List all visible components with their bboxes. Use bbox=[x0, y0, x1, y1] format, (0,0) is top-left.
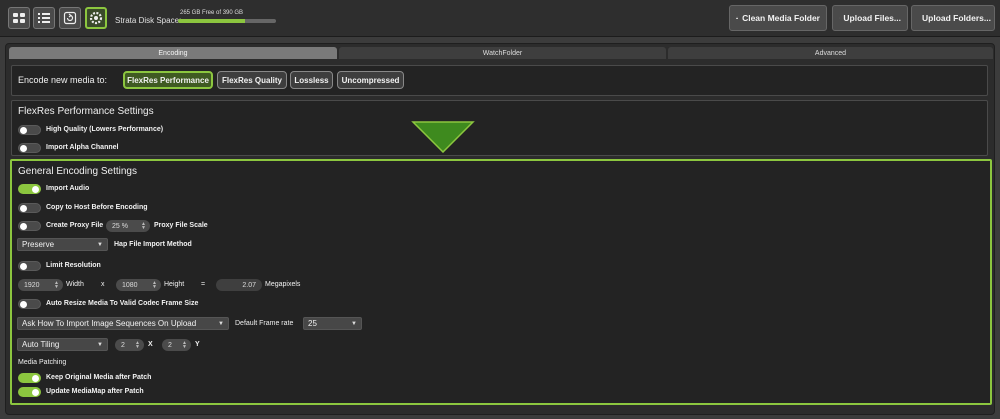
tiling-select[interactable]: Auto Tiling ▼ bbox=[17, 338, 108, 351]
frame-rate-select[interactable]: 25 ▼ bbox=[303, 317, 362, 330]
hap-import-method-select[interactable]: Preserve ▼ bbox=[17, 238, 108, 251]
media-patching-heading: Media Patching bbox=[18, 359, 67, 366]
spinner-arrows-icon: ▲ ▼ bbox=[182, 340, 187, 350]
upload-folders-label: Upload Folders... bbox=[922, 13, 991, 23]
encode-new-media-label: Encode new media to: bbox=[18, 75, 108, 85]
update-mediamap-toggle[interactable] bbox=[18, 387, 41, 397]
tile-x-stepper[interactable]: 2 ▲ ▼ bbox=[115, 339, 144, 351]
proxy-scale-stepper[interactable]: 25 % ▲ ▼ bbox=[106, 220, 150, 232]
proxy-scale-label: Proxy File Scale bbox=[154, 222, 208, 229]
dropdown-caret-icon: ▼ bbox=[351, 320, 357, 327]
high-quality-toggle[interactable] bbox=[18, 125, 41, 135]
disk-space-info: 265 GB Free of 390 GB bbox=[180, 10, 244, 16]
hap-import-method-label: Hap File Import Method bbox=[114, 241, 192, 248]
clean-media-folder-label: Clean Media Folder bbox=[742, 13, 820, 23]
clean-media-folder-button[interactable]: Clean Media Folder bbox=[729, 5, 827, 31]
general-encoding-title: General Encoding Settings bbox=[18, 166, 137, 177]
height-stepper[interactable]: 1080 ▲ ▼ bbox=[116, 279, 161, 291]
auto-resize-toggle[interactable] bbox=[18, 299, 41, 309]
limit-resolution-toggle[interactable] bbox=[18, 261, 41, 271]
width-label: Width bbox=[66, 281, 84, 288]
update-mediamap-label: Update MediaMap after Patch bbox=[46, 388, 144, 395]
tab-advanced[interactable]: Advanced bbox=[668, 47, 993, 59]
keep-original-label: Keep Original Media after Patch bbox=[46, 374, 152, 381]
flexres-settings-title: FlexRes Performance Settings bbox=[18, 106, 154, 117]
dropdown-caret-icon: ▼ bbox=[97, 341, 103, 348]
tile-x-label: X bbox=[148, 341, 153, 348]
import-alpha-toggle[interactable] bbox=[18, 143, 41, 153]
height-value: 1080 bbox=[122, 281, 138, 289]
tile-y-stepper[interactable]: 2 ▲ ▼ bbox=[162, 339, 191, 351]
tiling-value: Auto Tiling bbox=[22, 340, 60, 349]
megapixels-label: Megapixels bbox=[265, 281, 301, 288]
encode-option-lossless[interactable]: Lossless bbox=[290, 71, 333, 89]
create-proxy-toggle[interactable] bbox=[18, 221, 41, 231]
equals-separator: = bbox=[201, 281, 206, 288]
height-label: Height bbox=[164, 281, 185, 288]
spinner-arrows-icon: ▲ ▼ bbox=[152, 280, 157, 290]
tab-watchfolder[interactable]: WatchFolder bbox=[339, 47, 666, 59]
import-audio-toggle[interactable] bbox=[18, 184, 41, 194]
tab-encoding[interactable]: Encoding bbox=[9, 47, 337, 59]
image-sequence-value: Ask How To Import Image Sequences On Upl… bbox=[22, 319, 197, 328]
dropdown-caret-icon: ▼ bbox=[218, 320, 224, 327]
import-audio-label: Import Audio bbox=[46, 185, 90, 192]
proxy-scale-value: 25 % bbox=[112, 222, 128, 230]
spinner-arrows-icon: ▲ ▼ bbox=[141, 221, 146, 231]
encode-option-uncompressed[interactable]: Uncompressed bbox=[337, 71, 404, 89]
encode-option-flexres-performance[interactable]: FlexRes Performance bbox=[123, 71, 213, 89]
upload-files-label: Upload Files... bbox=[843, 13, 901, 23]
broom-icon bbox=[736, 16, 738, 20]
disk-space-bar bbox=[178, 19, 276, 23]
list-view-icon bbox=[38, 13, 50, 23]
high-quality-label: High Quality (Lowers Performance) bbox=[46, 126, 164, 133]
megapixels-value: 2.07 bbox=[242, 281, 256, 289]
frame-rate-value: 25 bbox=[308, 319, 317, 328]
create-proxy-label: Create Proxy File bbox=[46, 222, 104, 229]
disk-space-label: Strata Disk Space: bbox=[115, 16, 182, 25]
keep-original-toggle[interactable] bbox=[18, 373, 41, 383]
disk-space-fill bbox=[178, 19, 245, 23]
settings-icon bbox=[89, 11, 103, 25]
hap-import-method-value: Preserve bbox=[22, 240, 55, 249]
times-separator: x bbox=[101, 281, 105, 288]
width-value: 1920 bbox=[24, 281, 40, 289]
settings-button[interactable] bbox=[85, 7, 107, 29]
import-alpha-label: Import Alpha Channel bbox=[46, 144, 119, 151]
list-view-button[interactable] bbox=[33, 7, 55, 29]
copy-to-host-label: Copy to Host Before Encoding bbox=[46, 204, 148, 211]
image-sequence-select[interactable]: Ask How To Import Image Sequences On Upl… bbox=[17, 317, 229, 330]
upload-files-button[interactable]: Upload Files... bbox=[832, 5, 908, 31]
tile-y-value: 2 bbox=[168, 341, 172, 349]
limit-resolution-label: Limit Resolution bbox=[46, 262, 101, 269]
spinner-arrows-icon: ▲ ▼ bbox=[135, 340, 140, 350]
encode-option-flexres-quality[interactable]: FlexRes Quality bbox=[217, 71, 287, 89]
grid-view-icon bbox=[13, 13, 25, 23]
spinner-arrows-icon: ▲ ▼ bbox=[54, 280, 59, 290]
refresh-icon bbox=[63, 11, 77, 25]
copy-to-host-toggle[interactable] bbox=[18, 203, 41, 213]
megapixels-readout: 2.07 bbox=[216, 279, 262, 291]
dropdown-caret-icon: ▼ bbox=[97, 241, 103, 248]
top-toolbar: Strata Disk Space: 265 GB Free of 390 GB… bbox=[0, 0, 1000, 37]
upload-folders-button[interactable]: Upload Folders... bbox=[911, 5, 995, 31]
refresh-button[interactable] bbox=[59, 7, 81, 29]
tile-y-label: Y bbox=[195, 341, 200, 348]
grid-view-button[interactable] bbox=[8, 7, 30, 29]
tile-x-value: 2 bbox=[121, 341, 125, 349]
default-frame-rate-label: Default Frame rate bbox=[235, 320, 294, 327]
auto-resize-label: Auto Resize Media To Valid Codec Frame S… bbox=[46, 300, 199, 307]
width-stepper[interactable]: 1920 ▲ ▼ bbox=[18, 279, 63, 291]
expand-arrow-icon bbox=[411, 121, 475, 153]
